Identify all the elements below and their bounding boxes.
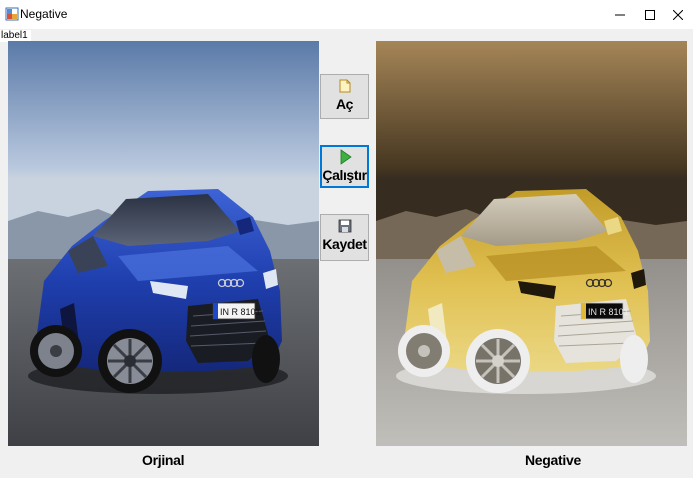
open-button-label: Aç xyxy=(335,96,354,112)
negative-caption: Negative xyxy=(525,452,581,468)
close-icon xyxy=(673,9,683,20)
folder-icon xyxy=(339,79,350,93)
window-title: Negative xyxy=(20,7,68,21)
open-button[interactable]: Aç xyxy=(320,74,369,119)
maximize-icon xyxy=(645,9,655,20)
plate-text: IN R 8101 xyxy=(220,307,261,317)
floppy-disk-icon xyxy=(338,219,351,233)
play-icon xyxy=(340,149,352,165)
minimize-button[interactable] xyxy=(604,0,636,29)
save-button[interactable]: Kaydet xyxy=(320,214,369,261)
plate-text: IN R 8101 xyxy=(588,307,629,317)
negative-car-svg: IN R 8101 xyxy=(376,41,687,446)
run-button-label: Çalıştır xyxy=(322,167,367,183)
negative-picturebox: IN R 8101 xyxy=(376,41,687,446)
negative-car-image: IN R 8101 xyxy=(376,41,687,446)
minimize-icon xyxy=(615,14,625,15)
original-caption: Orjinal xyxy=(142,452,185,468)
app-icon xyxy=(5,7,19,21)
run-button[interactable]: Çalıştır xyxy=(320,145,369,188)
close-button[interactable] xyxy=(662,0,693,29)
original-car-image: IN R 8101 xyxy=(8,41,319,446)
title-bar: Negative xyxy=(0,0,693,29)
save-button-label: Kaydet xyxy=(322,236,367,252)
original-picturebox: IN R 8101 xyxy=(8,41,319,446)
